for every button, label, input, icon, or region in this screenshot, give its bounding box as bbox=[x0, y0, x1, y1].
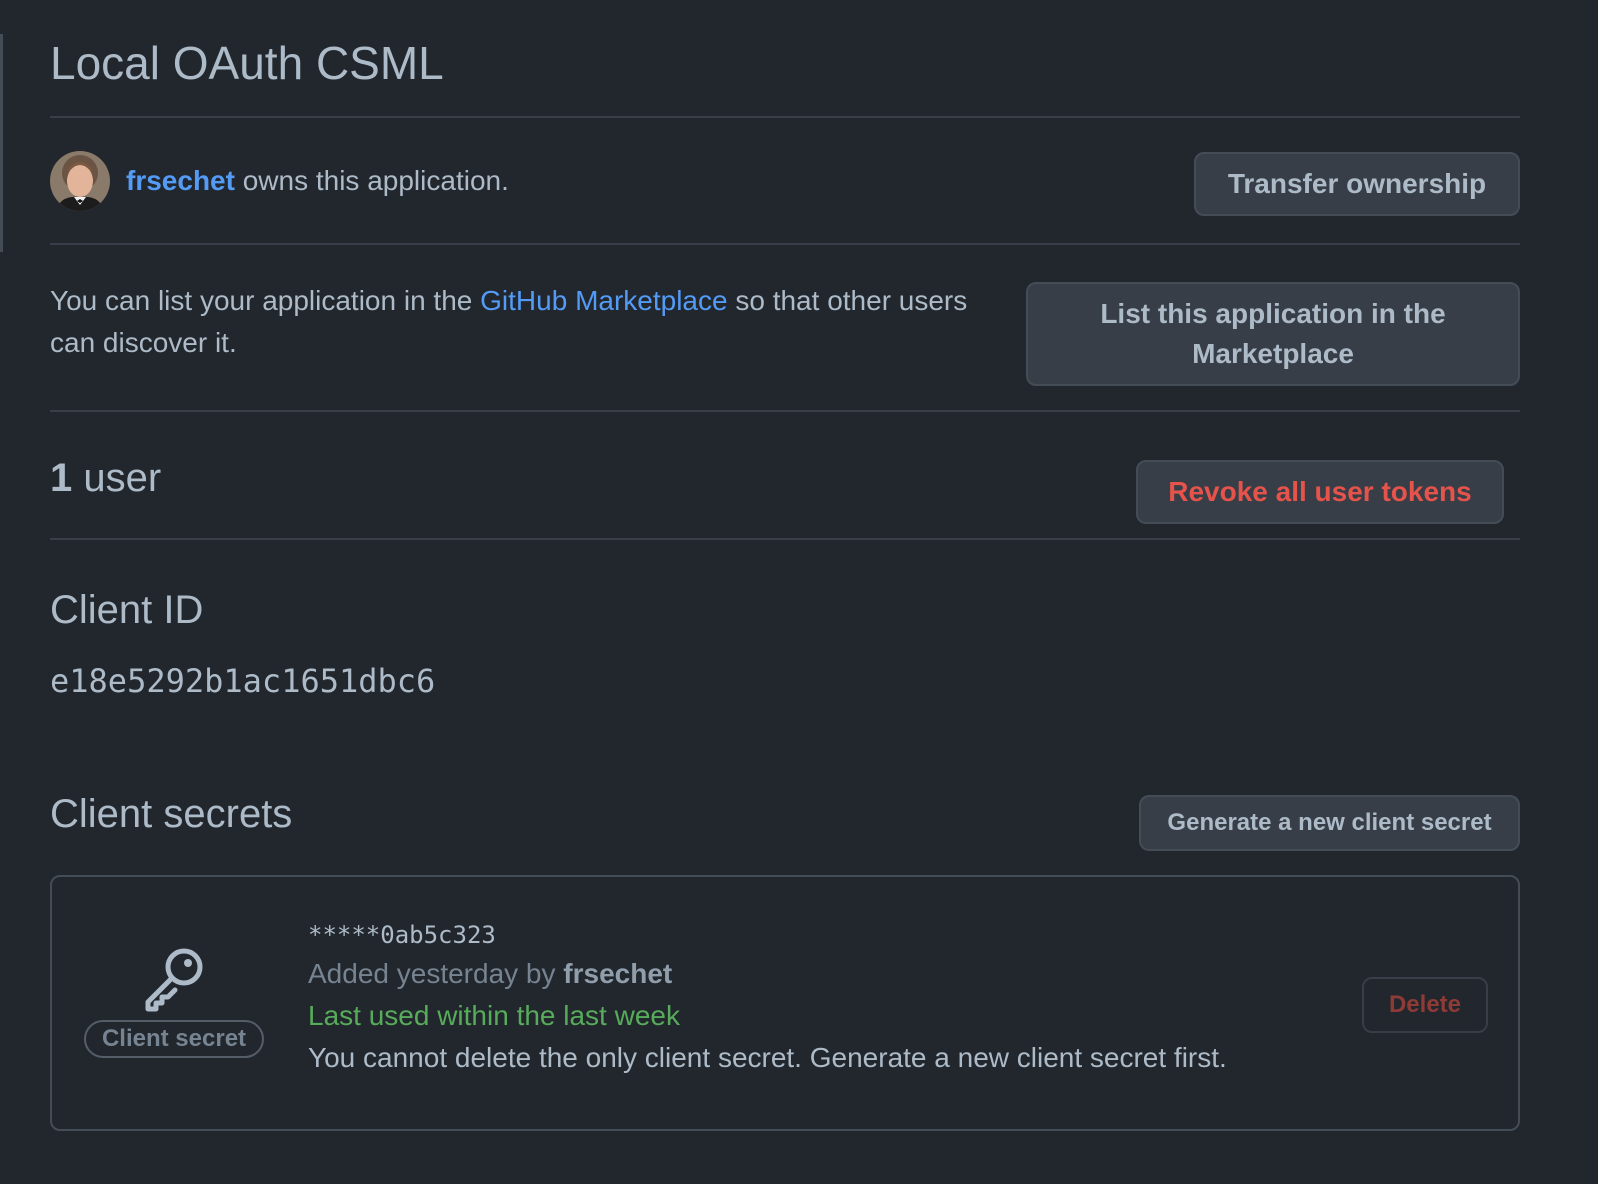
delete-secret-button[interactable]: Delete bbox=[1362, 977, 1488, 1033]
client-id-value: e18e5292b1ac1651dbc6 bbox=[50, 662, 436, 700]
client-secret-badge: Client secret bbox=[84, 1020, 264, 1058]
marketplace-text-before: You can list your application in the bbox=[50, 285, 481, 316]
secret-delete-note: You cannot delete the only client secret… bbox=[308, 1042, 1227, 1073]
owner-link[interactable]: frsechet bbox=[126, 165, 235, 196]
owner-suffix: owns this application. bbox=[234, 165, 509, 196]
user-count: 1 user bbox=[50, 456, 161, 501]
divider bbox=[50, 116, 1520, 118]
transfer-ownership-button[interactable]: Transfer ownership bbox=[1194, 152, 1520, 216]
client-secret-card: Client secret *****0ab5c323 Added yester… bbox=[50, 875, 1520, 1131]
masked-secret-value: *****0ab5c323 bbox=[308, 921, 496, 949]
user-count-unit: user bbox=[83, 456, 162, 500]
owner-statement: frsechet owns this application. bbox=[126, 165, 509, 197]
client-secret-details: *****0ab5c323 Added yesterday by frseche… bbox=[308, 917, 1227, 1079]
user-count-number: 1 bbox=[50, 456, 73, 500]
divider bbox=[50, 243, 1520, 245]
avatar[interactable] bbox=[50, 151, 110, 211]
github-marketplace-link[interactable]: GitHub Marketplace bbox=[480, 285, 727, 316]
divider bbox=[50, 538, 1520, 540]
oauth-app-settings-page: Local OAuth CSML frsechet owns this appl… bbox=[0, 0, 1598, 1184]
client-id-heading: Client ID bbox=[50, 588, 204, 632]
secret-last-used: Last used within the last week bbox=[308, 1000, 680, 1031]
page-title: Local OAuth CSML bbox=[50, 37, 444, 89]
left-rail bbox=[0, 34, 3, 252]
key-icon bbox=[145, 948, 203, 1012]
secret-added-prefix: Added yesterday by bbox=[308, 958, 564, 989]
generate-client-secret-button[interactable]: Generate a new client secret bbox=[1139, 795, 1520, 851]
secret-added-by: frsechet bbox=[563, 958, 673, 989]
divider bbox=[50, 410, 1520, 412]
client-secrets-heading: Client secrets bbox=[50, 792, 293, 836]
list-in-marketplace-button[interactable]: List this application in the Marketplace bbox=[1026, 282, 1520, 386]
marketplace-description: You can list your application in the Git… bbox=[50, 280, 970, 364]
secret-added-info: Added yesterday by frsechet bbox=[308, 953, 1227, 995]
revoke-all-tokens-button[interactable]: Revoke all user tokens bbox=[1136, 460, 1504, 524]
